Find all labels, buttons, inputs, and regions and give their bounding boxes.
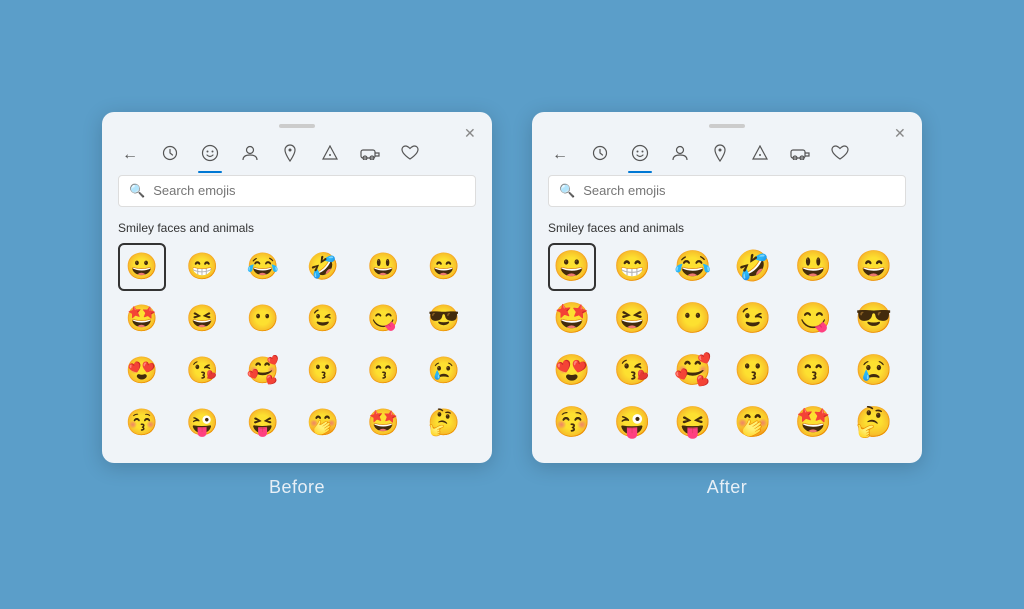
after-emoji-heart-eyes[interactable]: 😍 xyxy=(548,347,596,395)
before-emoji-kissing-smiling[interactable]: 😙 xyxy=(359,347,407,395)
after-emoji-grinning[interactable]: 😀 xyxy=(548,243,596,291)
before-emoji-star-struck2[interactable]: 🤩 xyxy=(359,399,407,447)
after-emoji-sunglasses[interactable]: 😎 xyxy=(850,295,898,343)
after-emoji-kissing-smiling[interactable]: 😙 xyxy=(789,347,837,395)
before-emoji-smile[interactable]: 😄 xyxy=(420,243,468,291)
before-emoji-wink[interactable]: 😉 xyxy=(299,295,347,343)
before-panel: ✕ ← xyxy=(102,112,492,463)
before-emoji-expressionless[interactable]: 😶 xyxy=(239,295,287,343)
after-search-box[interactable]: 🔍 xyxy=(548,175,906,207)
before-nav-back[interactable]: ← xyxy=(118,146,142,164)
after-emoji-crying[interactable]: 😢 xyxy=(850,347,898,395)
before-close-button[interactable]: ✕ xyxy=(464,126,478,140)
before-panel-wrapper: ✕ ← xyxy=(102,112,492,498)
after-emoji-hand-over-mouth[interactable]: 🤭 xyxy=(729,399,777,447)
before-nav-food[interactable] xyxy=(318,145,342,166)
after-nav-row: ← xyxy=(532,140,922,175)
after-nav-back[interactable]: ← xyxy=(548,146,572,164)
before-titlebar: ✕ xyxy=(102,112,492,140)
after-panel: ✕ ← xyxy=(532,112,922,463)
after-emoji-star-struck2[interactable]: 🤩 xyxy=(789,399,837,447)
before-nav-location[interactable] xyxy=(278,144,302,167)
before-emoji-starstruck[interactable]: 🤩 xyxy=(118,295,166,343)
after-emoji-starstruck[interactable]: 🤩 xyxy=(548,295,596,343)
before-emoji-rofl[interactable]: 🤣 xyxy=(299,243,347,291)
after-emoji-expressionless[interactable]: 😶 xyxy=(669,295,717,343)
after-emoji-grid: 😀 😁 😂 🤣 😃 😄 🤩 😆 😶 😉 😋 😎 😍 😘 🥰 😗 😙 xyxy=(532,243,922,447)
before-nav-smiley[interactable] xyxy=(198,144,222,167)
after-emoji-yum[interactable]: 😋 xyxy=(789,295,837,343)
before-emoji-kissing-closed[interactable]: 😚 xyxy=(118,399,166,447)
before-emoji-grinning[interactable]: 😀 xyxy=(118,243,166,291)
before-emoji-kissing-heart[interactable]: 😘 xyxy=(178,347,226,395)
main-container: ✕ ← xyxy=(0,0,1024,609)
before-emoji-grid: 😀 😁 😂 🤣 😃 😄 🤩 😆 😶 😉 😋 😎 😍 😘 🥰 😗 😙 xyxy=(102,243,492,447)
after-label: After xyxy=(707,477,748,498)
after-emoji-smile[interactable]: 😄 xyxy=(850,243,898,291)
after-nav-people[interactable] xyxy=(668,144,692,167)
after-drag-handle xyxy=(709,124,745,128)
before-emoji-winking-tongue[interactable]: 😜 xyxy=(178,399,226,447)
before-emoji-yum[interactable]: 😋 xyxy=(359,295,407,343)
after-nav-travel[interactable] xyxy=(788,146,812,165)
after-search-icon: 🔍 xyxy=(559,183,575,199)
before-emoji-grin[interactable]: 😁 xyxy=(178,243,226,291)
after-close-button[interactable]: ✕ xyxy=(894,126,908,140)
after-panel-wrapper: ✕ ← xyxy=(532,112,922,498)
after-emoji-thinking[interactable]: 🤔 xyxy=(850,399,898,447)
after-emoji-winking-tongue[interactable]: 😜 xyxy=(608,399,656,447)
before-emoji-joy[interactable]: 😂 xyxy=(239,243,287,291)
after-emoji-squinting-tongue[interactable]: 😝 xyxy=(669,399,717,447)
before-search-icon: 🔍 xyxy=(129,183,145,199)
after-nav-heart[interactable] xyxy=(828,145,852,166)
after-emoji-rofl[interactable]: 🤣 xyxy=(729,243,777,291)
after-emoji-smiling-hearts[interactable]: 🥰 xyxy=(669,347,717,395)
before-emoji-heart-eyes[interactable]: 😍 xyxy=(118,347,166,395)
before-nav-recent[interactable] xyxy=(158,145,182,166)
after-emoji-kissing-closed[interactable]: 😚 xyxy=(548,399,596,447)
after-nav-recent[interactable] xyxy=(588,145,612,166)
after-nav-smiley[interactable] xyxy=(628,144,652,167)
after-nav-location[interactable] xyxy=(708,144,732,167)
after-emoji-smiley[interactable]: 😃 xyxy=(789,243,837,291)
before-search-input[interactable] xyxy=(153,183,465,198)
before-emoji-thinking[interactable]: 🤔 xyxy=(420,399,468,447)
before-emoji-smiling-hearts[interactable]: 🥰 xyxy=(239,347,287,395)
before-nav-row: ← xyxy=(102,140,492,175)
before-drag-handle xyxy=(279,124,315,128)
before-nav-heart[interactable] xyxy=(398,145,422,166)
after-emoji-grin[interactable]: 😁 xyxy=(608,243,656,291)
before-emoji-kissing[interactable]: 😗 xyxy=(299,347,347,395)
before-emoji-hand-over-mouth[interactable]: 🤭 xyxy=(299,399,347,447)
after-nav-food[interactable] xyxy=(748,145,772,166)
after-search-input[interactable] xyxy=(583,183,895,198)
before-emoji-smiley[interactable]: 😃 xyxy=(359,243,407,291)
after-emoji-kissing[interactable]: 😗 xyxy=(729,347,777,395)
before-emoji-crying[interactable]: 😢 xyxy=(420,347,468,395)
after-titlebar: ✕ xyxy=(532,112,922,140)
after-emoji-joy[interactable]: 😂 xyxy=(669,243,717,291)
after-emoji-kissing-heart[interactable]: 😘 xyxy=(608,347,656,395)
before-search-box[interactable]: 🔍 xyxy=(118,175,476,207)
after-emoji-laughing[interactable]: 😆 xyxy=(608,295,656,343)
before-nav-people[interactable] xyxy=(238,144,262,167)
before-section-title: Smiley faces and animals xyxy=(102,217,492,243)
after-section-title: Smiley faces and animals xyxy=(532,217,922,243)
before-nav-travel[interactable] xyxy=(358,146,382,165)
before-label: Before xyxy=(269,477,325,498)
before-emoji-laughing[interactable]: 😆 xyxy=(178,295,226,343)
before-emoji-squinting-tongue[interactable]: 😝 xyxy=(239,399,287,447)
before-emoji-sunglasses[interactable]: 😎 xyxy=(420,295,468,343)
after-emoji-wink[interactable]: 😉 xyxy=(729,295,777,343)
